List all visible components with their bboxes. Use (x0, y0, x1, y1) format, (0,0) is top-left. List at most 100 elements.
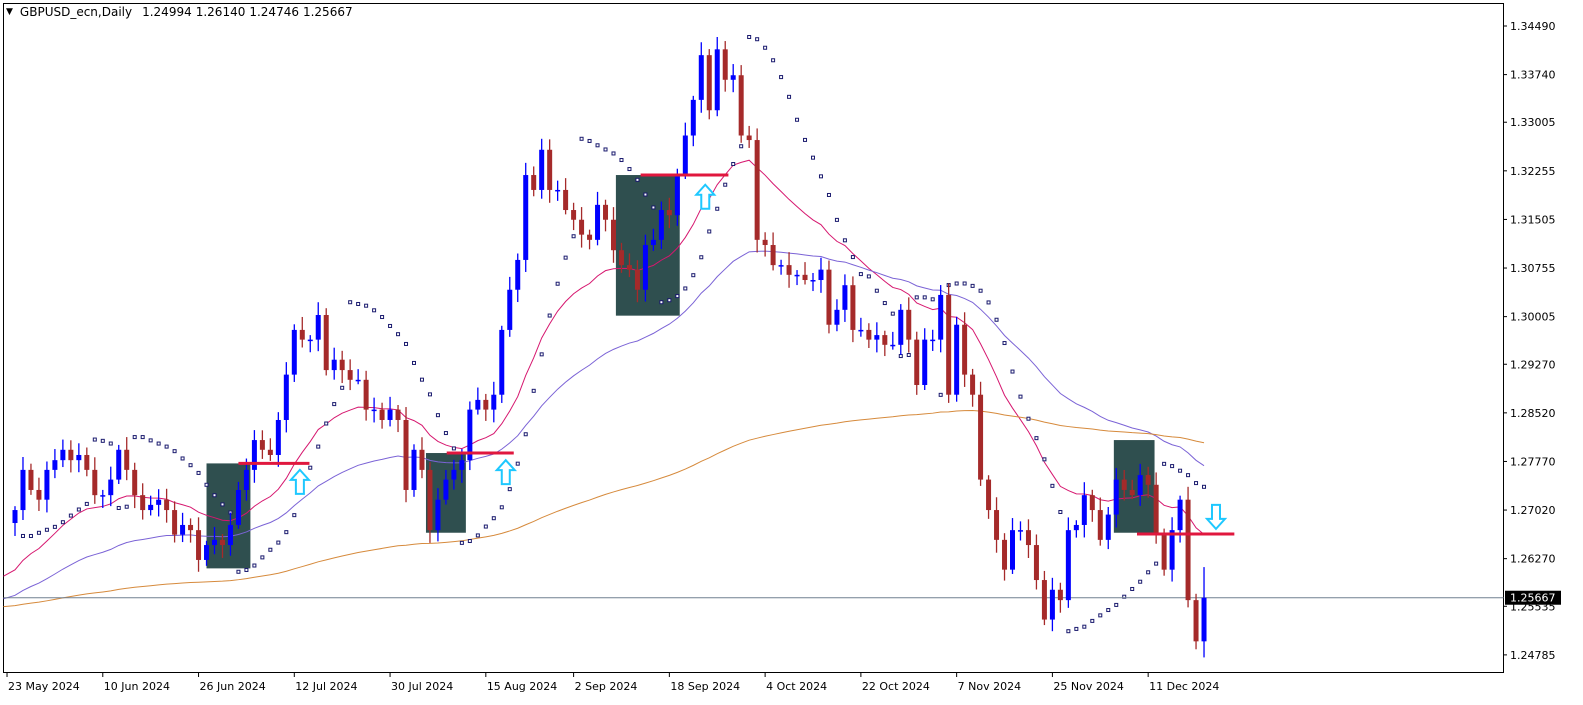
sar-dot (818, 174, 823, 179)
sar-dot (419, 377, 424, 382)
sar-dot (1058, 510, 1063, 515)
sar-dot (1186, 473, 1191, 478)
candle-body (642, 245, 648, 290)
sar-dot (834, 217, 839, 222)
sar-dot (1098, 613, 1103, 618)
sar-dot (84, 501, 89, 506)
candle-body (275, 419, 281, 455)
current-price-label: 1.25667 (1510, 592, 1556, 605)
sar-dot (76, 507, 81, 512)
price-chart[interactable]: 1.34490 1.33740 1.33005 1.32255 1.31505 1.307… (0, 0, 1583, 705)
candle-body (563, 189, 569, 211)
candle-body (523, 175, 529, 260)
candle-body (92, 469, 98, 496)
candle-body (387, 409, 393, 420)
time-tick-label: 26 Jun 2024 (200, 680, 266, 693)
sar-dot (603, 147, 608, 152)
sar-dot (332, 402, 337, 407)
candle-body (611, 219, 616, 251)
candle-body (323, 315, 329, 371)
sar-dot (284, 530, 289, 535)
price-tick-label: 1.27020 (1510, 504, 1556, 517)
time-tick-label: 2 Sep 2024 (575, 680, 638, 693)
sar-dot (1138, 579, 1143, 584)
bear-candle (738, 65, 744, 143)
candle-body (235, 489, 241, 525)
candle-body (802, 274, 808, 281)
candle-body (1025, 530, 1031, 546)
sar-dot (667, 298, 672, 303)
sar-dot (763, 45, 768, 50)
sar-dot (731, 162, 736, 167)
candle-body (938, 294, 944, 340)
candle-body (507, 289, 513, 330)
chart-header: ▼ GBPUSD_ecn,Daily 1.24994 1.26140 1.247… (6, 5, 353, 19)
bull-candle (523, 162, 529, 272)
sar-dot (699, 255, 704, 260)
candle-body (1121, 479, 1127, 490)
sar-dot (747, 34, 752, 39)
sar-dot (771, 58, 776, 63)
bear-candle (946, 283, 952, 403)
candle-body (291, 329, 297, 375)
candle-body (874, 335, 880, 340)
sar-dot (1106, 608, 1111, 613)
candle-body (355, 379, 361, 382)
sar-dot (260, 555, 265, 560)
candle-body (140, 495, 146, 511)
candle-body (188, 524, 194, 531)
sar-dot (28, 533, 33, 538)
sar-dot (1034, 436, 1039, 441)
sar-dot (60, 520, 65, 525)
sar-dot (938, 392, 943, 397)
candle-body (650, 239, 656, 246)
time-tick-label: 12 Jul 2024 (295, 680, 357, 693)
sar-dot (850, 255, 855, 260)
candle-body (1169, 530, 1175, 570)
candle-body (427, 469, 433, 531)
sar-dot (826, 192, 831, 197)
candle-body (100, 495, 106, 497)
candle-body (978, 394, 984, 480)
candle-body (1010, 530, 1015, 570)
sar-dot (906, 353, 911, 358)
bull-candle (411, 444, 417, 497)
sar-dot (643, 192, 648, 197)
sar-dot (795, 117, 800, 122)
sar-dot (459, 540, 464, 545)
candle-body (180, 524, 186, 535)
candle-body (36, 489, 42, 500)
sar-dot (675, 294, 680, 299)
candle-body (555, 189, 561, 192)
time-tick-label: 4 Oct 2024 (766, 680, 827, 693)
bear-candle (706, 49, 712, 120)
candle-body (1113, 479, 1119, 515)
bear-candle (403, 407, 409, 503)
candle-body (571, 210, 577, 220)
sar-dot (244, 567, 249, 572)
sar-dot (451, 446, 456, 451)
sar-dot (619, 158, 624, 163)
candle-body (395, 409, 401, 420)
price-tick-label: 1.24785 (1510, 649, 1556, 662)
candle-body (866, 329, 872, 340)
time-axis: 23 May 2024 10 Jun 2024 26 Jun 2024 12 Jul … (6, 673, 1219, 693)
candle-body (379, 409, 385, 420)
sar-dot (986, 300, 991, 305)
sar-dot (707, 229, 712, 234)
bear-candle (1185, 486, 1191, 608)
header-close: 1.25667 (302, 5, 353, 19)
candle-body (1185, 499, 1191, 601)
bear-candle (1161, 528, 1167, 576)
candle-body (243, 469, 249, 490)
candle-body (1081, 495, 1087, 525)
sar-dot (563, 255, 568, 260)
sar-dot (1146, 570, 1151, 575)
candle-body (483, 399, 489, 410)
dropdown-triangle-icon[interactable]: ▼ (6, 7, 13, 17)
sar-dot (308, 465, 313, 470)
price-tick-label: 1.28520 (1510, 407, 1556, 420)
sar-dot (978, 288, 983, 293)
sar-dot (595, 143, 600, 148)
bear-candle (1193, 593, 1199, 650)
